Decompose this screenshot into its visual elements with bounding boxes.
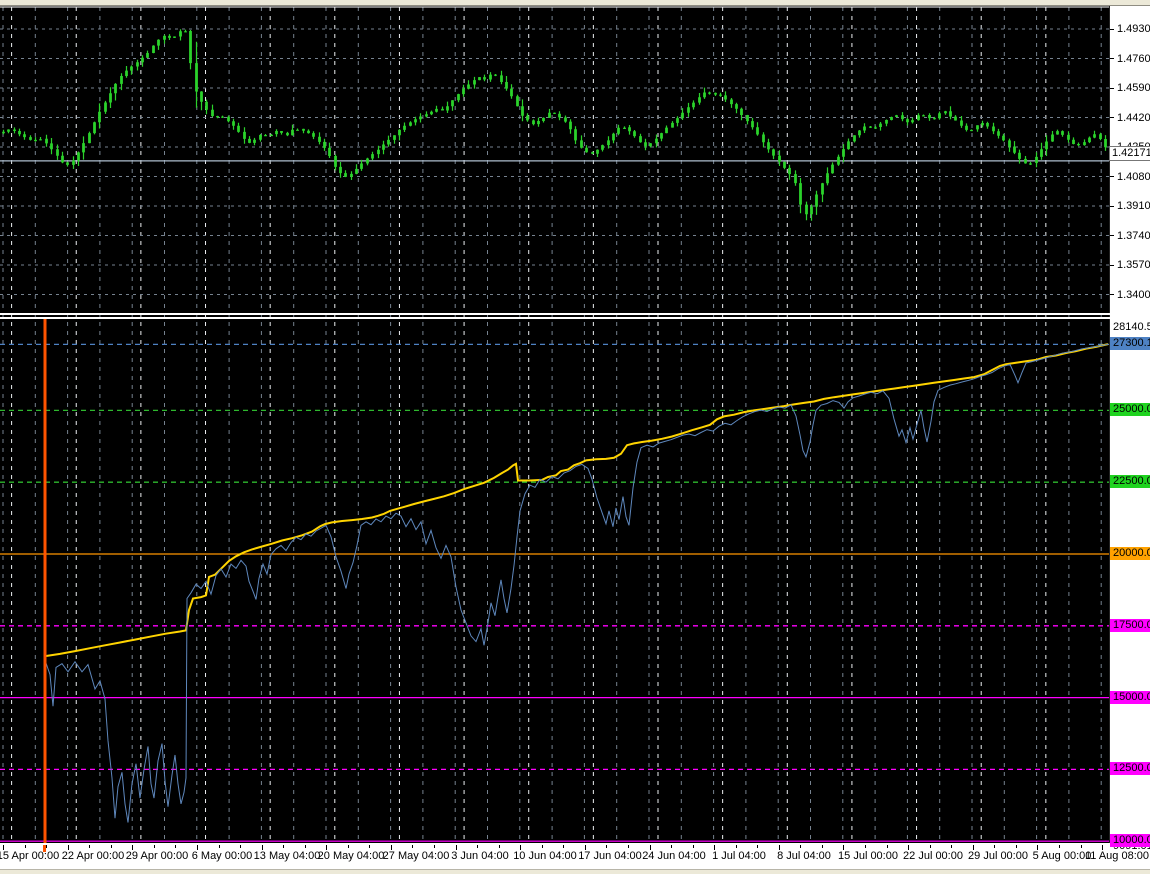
level-price-label: 17500.00	[1110, 618, 1150, 632]
time-axis-label: 22 Jul 00:00	[903, 850, 963, 862]
time-tick-mark	[154, 845, 155, 848]
time-tick-mark	[46, 845, 47, 848]
time-tick-mark	[283, 845, 284, 848]
price-tick-label: 1.47600	[1117, 52, 1150, 65]
time-tick-mark	[348, 845, 349, 848]
time-tick-mark	[628, 845, 629, 848]
time-axis-label: 24 Jun 04:00	[642, 850, 706, 862]
time-tick-mark	[757, 845, 758, 848]
price-tick-mark	[1110, 264, 1114, 266]
level-price-label: 15000.00	[1110, 690, 1150, 704]
price-tick-mark	[1110, 294, 1114, 295]
time-axis-label: 10 Jun 04:00	[513, 850, 577, 862]
tester-scale-max: 28140.56	[1113, 321, 1150, 333]
time-axis-label: 3 Jun 04:00	[451, 850, 509, 862]
price-tick-label: 1.40800	[1117, 170, 1150, 183]
panel-separator[interactable]	[0, 313, 1110, 315]
price-tick-label: 1.37400	[1117, 229, 1150, 242]
panel-separator[interactable]	[0, 317, 1110, 319]
time-tick-mark	[671, 845, 672, 848]
time-tick-mark	[693, 845, 694, 848]
time-tick-mark	[1016, 845, 1017, 848]
time-tick-mark	[111, 845, 112, 848]
time-tick-mark	[25, 845, 26, 848]
time-axis-label: 15 Apr 00:00	[0, 850, 60, 862]
chart-window: 15 Apr 00:00 22 Apr 00:00 29 Apr 00:00 6 Ma…	[0, 0, 1150, 874]
price-tick-mark	[1110, 87, 1114, 89]
time-axis-label: 15 Jul 00:00	[838, 850, 898, 862]
time-tick-mark	[606, 845, 607, 848]
time-tick-mark	[1059, 845, 1060, 848]
time-tick-mark	[865, 845, 866, 848]
price-tick-mark	[1110, 176, 1114, 177]
price-tick-mark	[1110, 205, 1114, 207]
time-tick-mark	[822, 845, 823, 848]
time-tick-mark	[951, 845, 952, 848]
level-price-label: 27300.17	[1110, 337, 1150, 351]
time-axis-label: 17 Jun 04:00	[578, 850, 642, 862]
time-tick-mark	[930, 845, 931, 848]
time-tick-mark	[563, 845, 564, 848]
level-price-label: 12500.00	[1110, 762, 1150, 776]
time-tick-mark	[477, 845, 478, 848]
price-tick-label: 1.44200	[1117, 111, 1150, 124]
time-tick-mark	[499, 845, 500, 848]
time-tick-mark	[542, 845, 543, 848]
level-price-label: 22500.00	[1110, 475, 1150, 489]
time-tick-mark	[434, 845, 435, 848]
bid-price-label: 1.42171	[1109, 146, 1150, 161]
time-tick-mark	[736, 845, 737, 848]
price-tick-mark	[1110, 58, 1114, 59]
window-frame-bottom	[0, 869, 1150, 874]
time-tick-mark	[219, 845, 220, 848]
price-tick-mark	[1110, 117, 1114, 118]
time-axis-label: 29 Jul 00:00	[968, 850, 1028, 862]
axis-separator	[0, 843, 1110, 845]
price-tick-mark	[1110, 235, 1114, 236]
time-tick-mark	[412, 845, 413, 848]
price-tick-mark	[1110, 28, 1114, 30]
time-axis-label: 29 Apr 00:00	[125, 850, 189, 862]
level-price-label: 10000.00	[1110, 834, 1150, 848]
time-axis-label: 27 May 04:00	[382, 850, 450, 862]
time-tick-mark	[305, 845, 306, 848]
time-axis-label: 13 May 04:00	[253, 850, 321, 862]
time-tick-mark	[240, 845, 241, 848]
price-tick-label: 1.35700	[1117, 259, 1150, 271]
time-tick-mark	[800, 845, 801, 848]
time-axis-label: 6 May 00:00	[191, 850, 253, 862]
time-tick-mark	[994, 845, 995, 848]
time-tick-mark	[89, 845, 90, 848]
time-axis-label: 20 May 04:00	[317, 850, 385, 862]
start-marker-tick	[43, 845, 46, 852]
time-tick-mark	[887, 845, 888, 848]
price-tick-label: 1.39100	[1117, 200, 1150, 212]
price-scale-margin[interactable]	[1109, 5, 1150, 869]
price-tick-label: 1.45900	[1117, 82, 1150, 94]
time-axis[interactable]: 15 Apr 00:00 22 Apr 00:00 29 Apr 00:00 6 Ma…	[0, 845, 1150, 869]
time-tick-mark	[175, 845, 176, 848]
time-axis-label: 5 Aug 00:00	[1032, 850, 1092, 862]
chart-canvas[interactable]	[0, 0, 1150, 874]
time-axis-label: 22 Apr 00:00	[61, 850, 125, 862]
price-tick-label: 1.34000	[1117, 288, 1150, 301]
level-price-label: 25000.00	[1110, 403, 1150, 417]
window-frame-top	[0, 0, 1150, 6]
time-axis-label: 1 Jul 04:00	[712, 850, 766, 862]
time-tick-mark	[1081, 845, 1082, 848]
level-price-label: 20000.00	[1110, 547, 1150, 560]
price-tick-label: 1.49300	[1117, 23, 1150, 35]
time-tick-mark	[369, 845, 370, 848]
time-axis-label: 8 Jul 04:00	[777, 850, 831, 862]
